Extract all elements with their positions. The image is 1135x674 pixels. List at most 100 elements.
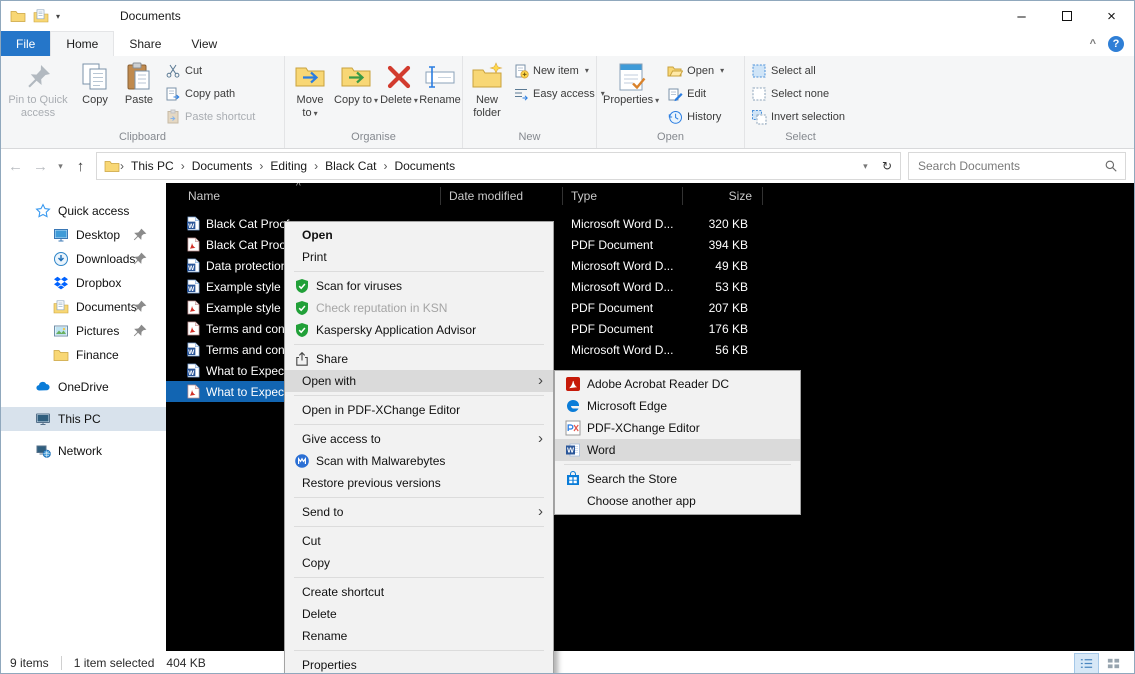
context-menu-item-kaspersky-application-advisor[interactable]: Kaspersky Application Advisor — [285, 319, 553, 341]
history-button[interactable]: History — [663, 105, 728, 128]
open-with-item-search-the-store[interactable]: Search the Store — [555, 468, 800, 490]
paste-shortcut-button[interactable]: Paste shortcut — [161, 105, 259, 128]
edit-button[interactable]: Edit — [663, 82, 728, 105]
context-menu-item-scan-for-viruses[interactable]: Scan for viruses — [285, 275, 553, 297]
maximize-button[interactable] — [1044, 1, 1089, 31]
menu-item-label: Give access to — [302, 432, 381, 446]
sidebar-item-this-pc[interactable]: This PC — [1, 407, 166, 431]
thumbnails-view-button[interactable] — [1102, 654, 1125, 673]
refresh-icon[interactable]: ↻ — [882, 159, 892, 173]
new-folder-button[interactable]: New folder — [465, 58, 509, 128]
context-menu-item-give-access-to[interactable]: Give access to — [285, 428, 553, 450]
context-menu-item-open-with[interactable]: Open with — [285, 370, 553, 392]
word-file-icon: W — [187, 258, 200, 273]
context-menu-item-send-to[interactable]: Send to — [285, 501, 553, 523]
details-view-button[interactable] — [1075, 654, 1098, 673]
context-menu-item-delete[interactable]: Delete — [285, 603, 553, 625]
tab-share[interactable]: Share — [114, 31, 176, 56]
context-menu-item-restore-previous-versions[interactable]: Restore previous versions — [285, 472, 553, 494]
column-header-type[interactable]: Type — [563, 187, 683, 205]
tab-view[interactable]: View — [176, 31, 232, 56]
context-menu-item-share[interactable]: Share — [285, 348, 553, 370]
context-menu-item-check-reputation-in-ksn[interactable]: Check reputation in KSN — [285, 297, 553, 319]
ribbon-group-select: Select all Select none Invert selection … — [744, 56, 856, 148]
sidebar-item-finance[interactable]: Finance — [1, 343, 166, 367]
context-menu-item-scan-with-malwarebytes[interactable]: Scan with Malwarebytes — [285, 450, 553, 472]
context-menu-item-rename[interactable]: Rename — [285, 625, 553, 647]
sidebar-item-onedrive[interactable]: OneDrive — [1, 375, 166, 399]
invert-selection-button[interactable]: Invert selection — [747, 105, 849, 128]
svg-text:W: W — [188, 370, 195, 377]
search-icon[interactable] — [1104, 159, 1118, 173]
column-header-name[interactable]: Name — [166, 187, 441, 205]
collapse-ribbon-icon[interactable]: ^ — [1090, 38, 1096, 50]
search-input[interactable] — [918, 159, 1104, 173]
forward-button[interactable]: → — [28, 152, 53, 180]
sidebar-item-documents[interactable]: Documents — [1, 295, 166, 319]
cut-button[interactable]: Cut — [161, 59, 259, 82]
copy-button[interactable]: Copy — [73, 58, 117, 128]
context-menu-item-copy[interactable]: Copy — [285, 552, 553, 574]
breadcrumb-item-black-cat[interactable]: Black Cat — [318, 159, 383, 173]
store-icon — [565, 471, 581, 487]
open-with-item-choose-another-app[interactable]: Choose another app — [555, 490, 800, 512]
up-button[interactable]: ↑ — [68, 152, 93, 180]
context-menu-item-properties[interactable]: Properties — [285, 654, 553, 674]
sidebar-item-quick-access[interactable]: Quick access — [1, 199, 166, 223]
pin-to-quick-access-button[interactable]: Pin to Quick access — [3, 58, 73, 128]
properties-button[interactable]: Properties▾ — [599, 58, 663, 128]
qat-folder-icon[interactable] — [33, 8, 49, 24]
pdf-file-icon — [187, 321, 200, 336]
back-button[interactable]: ← — [3, 152, 28, 180]
column-header-size[interactable]: Size — [683, 187, 763, 205]
move-to-button[interactable]: Move to▾ — [287, 58, 333, 128]
rename-button[interactable]: Rename — [419, 58, 461, 128]
help-icon[interactable]: ? — [1108, 36, 1124, 52]
sidebar-item-desktop[interactable]: Desktop — [1, 223, 166, 247]
status-divider — [61, 656, 62, 670]
open-with-item-pdf-xchange-editor[interactable]: PDF-XChange Editor — [555, 417, 800, 439]
context-menu-item-cut[interactable]: Cut — [285, 530, 553, 552]
open-with-item-adobe-acrobat-reader-dc[interactable]: Adobe Acrobat Reader DC — [555, 373, 800, 395]
menu-item-label: Scan with Malwarebytes — [316, 454, 445, 468]
close-button[interactable]: × — [1089, 1, 1134, 31]
menu-item-label: Print — [302, 250, 327, 264]
paste-icon — [123, 61, 155, 93]
menu-item-label: Adobe Acrobat Reader DC — [587, 377, 729, 391]
sidebar: Quick accessDesktopDownloadsDropboxDocum… — [1, 183, 166, 651]
context-menu-item-create-shortcut[interactable]: Create shortcut — [285, 581, 553, 603]
new-item-button[interactable]: New item ▾ — [509, 59, 609, 82]
copy-path-button[interactable]: Copy path — [161, 82, 259, 105]
minimize-button[interactable]: – — [999, 1, 1044, 31]
breadcrumb-item-this-pc[interactable]: This PC — [124, 159, 181, 173]
open-with-item-word[interactable]: WWord — [555, 439, 800, 461]
context-menu-item-open-in-pdf-xchange-editor[interactable]: Open in PDF-XChange Editor — [285, 399, 553, 421]
paste-button[interactable]: Paste — [117, 58, 161, 128]
thumbnails-view-icon — [1106, 656, 1121, 671]
easy-access-button[interactable]: Easy access ▾ — [509, 82, 609, 105]
sidebar-item-dropbox[interactable]: Dropbox — [1, 271, 166, 295]
recent-locations-icon[interactable]: ▾ — [53, 152, 68, 180]
select-none-button[interactable]: Select none — [747, 82, 849, 105]
tab-file[interactable]: File — [1, 31, 50, 56]
sidebar-item-network[interactable]: Network — [1, 439, 166, 463]
column-header-date-modified[interactable]: Date modified — [441, 187, 563, 205]
menu-separator — [294, 424, 544, 425]
dropbox-icon — [53, 275, 69, 291]
sidebar-item-downloads[interactable]: Downloads — [1, 247, 166, 271]
context-menu-item-open[interactable]: Open — [285, 224, 553, 246]
open-with-item-microsoft-edge[interactable]: Microsoft Edge — [555, 395, 800, 417]
sidebar-item-pictures[interactable]: Pictures — [1, 319, 166, 343]
delete-button[interactable]: Delete▾ — [379, 58, 419, 128]
select-all-button[interactable]: Select all — [747, 59, 849, 82]
breadcrumb-item-editing[interactable]: Editing — [263, 159, 314, 173]
tab-home[interactable]: Home — [50, 31, 114, 56]
address-box[interactable]: ›This PC›Documents›Editing›Black Cat›Doc… — [96, 152, 901, 180]
open-button[interactable]: Open ▾ — [663, 59, 728, 82]
qat-customize-icon[interactable]: ▾ — [56, 12, 60, 21]
copy-to-button[interactable]: Copy to▾ — [333, 58, 379, 128]
breadcrumb-item-documents[interactable]: Documents — [387, 159, 462, 173]
context-menu-item-print[interactable]: Print — [285, 246, 553, 268]
address-dropdown-icon[interactable]: ▾ — [858, 152, 873, 180]
breadcrumb-item-documents[interactable]: Documents — [185, 159, 260, 173]
